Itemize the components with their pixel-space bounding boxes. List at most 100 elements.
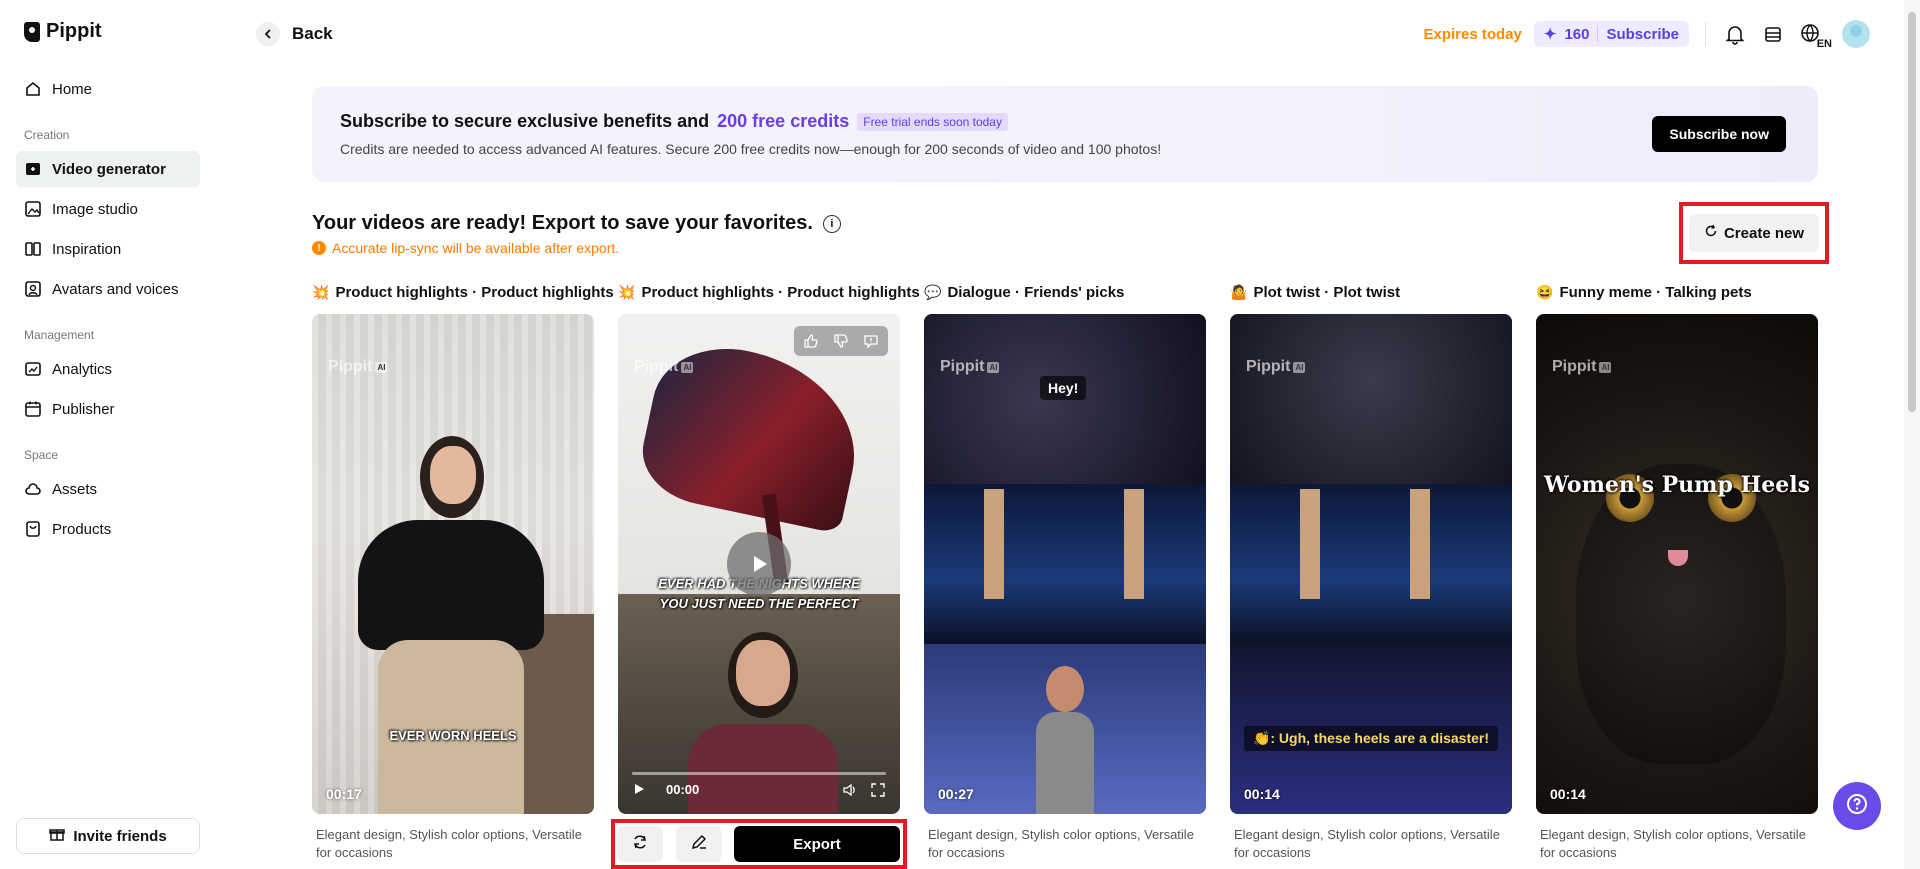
card-emoji: 💥 — [618, 283, 636, 300]
video-card: 🤷 Plot twist · Plot twist Pippit AI 👏: Ug… — [1230, 282, 1512, 860]
sidebar-item-home[interactable]: Home — [16, 71, 200, 107]
video-caption: EVER WORN HEELS — [389, 728, 517, 743]
sidebar-item-analytics[interactable]: Analytics — [16, 351, 200, 387]
pen-icon — [690, 833, 708, 856]
create-new-button[interactable]: Create new — [1689, 214, 1819, 252]
video-description: Elegant design, Stylish color options, V… — [1234, 827, 1500, 860]
brand-name: Pippit — [46, 20, 102, 42]
sidebar-item-label: Image studio — [52, 200, 138, 218]
banner-subtitle: Credits are needed to access advanced AI… — [340, 141, 1162, 157]
section-label-creation: Creation — [24, 128, 70, 142]
video-card: 💬 Dialogue · Friends' picks Pippit AI Hey… — [924, 282, 1206, 860]
video-card: 💥 Product highlights · Product highlight… — [618, 282, 920, 814]
sidebar-item-avatars-voices[interactable]: Avatars and voices — [16, 271, 200, 307]
play-icon[interactable] — [727, 532, 791, 596]
sidebar: Pippit Home Creation Video generator Ima… — [0, 0, 216, 869]
image-icon — [24, 200, 42, 218]
sidebar-item-label: Publisher — [52, 400, 115, 418]
video-thumbnail[interactable]: Pippit AI Women's Pump Heels 00:14 — [1536, 314, 1818, 814]
progress-bar[interactable] — [632, 772, 886, 775]
video-duration: 00:17 — [326, 786, 362, 802]
video-duration: 00:27 — [938, 786, 974, 802]
sidebar-item-label: Assets — [52, 480, 98, 498]
warning-icon: ! — [312, 241, 326, 255]
help-icon — [1845, 792, 1869, 821]
video-card: 💥 Product highlights · Product highlight… — [312, 282, 614, 860]
help-button[interactable] — [1833, 782, 1881, 830]
video-title-text: Plot twist · Plot twist — [1253, 283, 1401, 301]
banner-title-highlight: 200 free credits — [717, 111, 850, 131]
sidebar-item-label: Avatars and voices — [52, 280, 179, 298]
volume-icon[interactable] — [842, 782, 858, 803]
info-icon[interactable]: i — [822, 214, 841, 233]
box-icon — [24, 520, 42, 538]
subscribe-link[interactable]: Subscribe — [1606, 26, 1679, 43]
card-emoji: 😆 — [1536, 283, 1554, 300]
video-description: Elegant design, Stylish color options, V… — [928, 827, 1194, 860]
sidebar-item-publisher[interactable]: Publisher — [16, 391, 200, 427]
video-duration: 00:14 — [1244, 786, 1280, 802]
video-card-title: 🤷 Plot twist · Plot twist — [1230, 282, 1512, 302]
report-icon[interactable] — [862, 332, 880, 350]
video-plus-icon — [24, 160, 42, 178]
thumbs-up-icon[interactable] — [802, 332, 820, 350]
bell-icon[interactable] — [1722, 21, 1748, 47]
feedback-bar — [794, 326, 888, 356]
pippit-logo[interactable]: Pippit — [24, 20, 102, 43]
invite-friends-button[interactable]: Invite friends — [16, 818, 200, 854]
gift-icon — [49, 826, 66, 846]
sidebar-item-label: Video generator — [52, 160, 166, 178]
subscribe-banner: Subscribe to secure exclusive benefits a… — [312, 86, 1818, 182]
video-player[interactable]: PippitAI EVER HAD THE NIGHTS WHERE YOU J… — [618, 314, 900, 814]
refresh-icon — [1704, 224, 1718, 242]
section-label-space: Space — [24, 448, 59, 462]
banner-title: Subscribe to secure exclusive benefits a… — [340, 111, 1008, 132]
video-card-title: 💥 Product highlights · Product highlight… — [312, 282, 614, 302]
video-thumbnail[interactable]: Pippit AI Hey! 00:27 — [924, 314, 1206, 814]
sidebar-item-products[interactable]: Products — [16, 511, 200, 547]
sidebar-item-assets[interactable]: Assets — [16, 471, 200, 507]
divider — [1705, 22, 1706, 46]
video-caption: Hey! — [1040, 376, 1087, 400]
video-card-title: 💥 Product highlights · Product highlight… — [618, 282, 920, 302]
warning-text: Accurate lip-sync will be available afte… — [332, 240, 620, 256]
calendar-icon — [24, 400, 42, 418]
scrollbar-thumb[interactable] — [1908, 12, 1916, 412]
user-avatar[interactable] — [1842, 20, 1870, 48]
sidebar-item-inspiration[interactable]: Inspiration — [16, 231, 200, 267]
video-card: 😆 Funny meme · Talking pets Pippit AI Wom… — [1536, 282, 1818, 860]
page-scrollbar[interactable] — [1904, 0, 1920, 869]
sidebar-item-label: Analytics — [52, 360, 113, 378]
layers-icon[interactable] — [1760, 21, 1786, 47]
regenerate-button[interactable] — [617, 826, 663, 862]
language-globe-icon[interactable]: EN — [1798, 21, 1832, 50]
page-title: Your videos are ready! Export to save yo… — [312, 212, 841, 235]
video-description: Elegant design, Stylish color options, V… — [1540, 827, 1806, 860]
back-button[interactable]: Back — [256, 22, 333, 46]
sidebar-item-video-generator[interactable]: Video generator — [16, 151, 200, 187]
sidebar-item-image-studio[interactable]: Image studio — [16, 191, 200, 227]
top-right-toolbar: Expires today ✦ 160 Subscribe EN — [1423, 20, 1870, 50]
player-controls: 00:00 — [632, 772, 886, 802]
pippit-watermark: Pippit AI — [940, 358, 1000, 375]
video-thumbnail[interactable]: Pippit AI 👏: Ugh, these heels are a disas… — [1230, 314, 1512, 814]
pippit-watermark: Pippit AI — [1246, 358, 1306, 375]
fullscreen-icon[interactable] — [870, 782, 886, 803]
play-small-icon[interactable] — [632, 782, 646, 801]
sidebar-item-label: Products — [52, 520, 112, 538]
edit-button[interactable] — [676, 826, 722, 862]
card-emoji: 💥 — [312, 283, 330, 300]
credits-pill[interactable]: ✦ 160 Subscribe — [1533, 21, 1689, 47]
video-caption: 👏: Ugh, these heels are a disaster! — [1244, 726, 1498, 751]
sidebar-item-label: Inspiration — [52, 240, 122, 258]
export-button[interactable]: Export — [734, 826, 900, 862]
cloud-icon — [24, 480, 42, 498]
thumbs-down-icon[interactable] — [832, 332, 850, 350]
language-code: EN — [1816, 38, 1832, 50]
page-title-text: Your videos are ready! Export to save yo… — [312, 212, 813, 234]
subscribe-now-button[interactable]: Subscribe now — [1652, 116, 1786, 152]
video-thumbnail[interactable]: Pippit AI EVER WORN HEELS 00:17 — [312, 314, 594, 814]
video-duration: 00:14 — [1550, 786, 1586, 802]
home-icon — [24, 80, 42, 98]
trial-badge: Free trial ends soon today — [857, 112, 1008, 131]
